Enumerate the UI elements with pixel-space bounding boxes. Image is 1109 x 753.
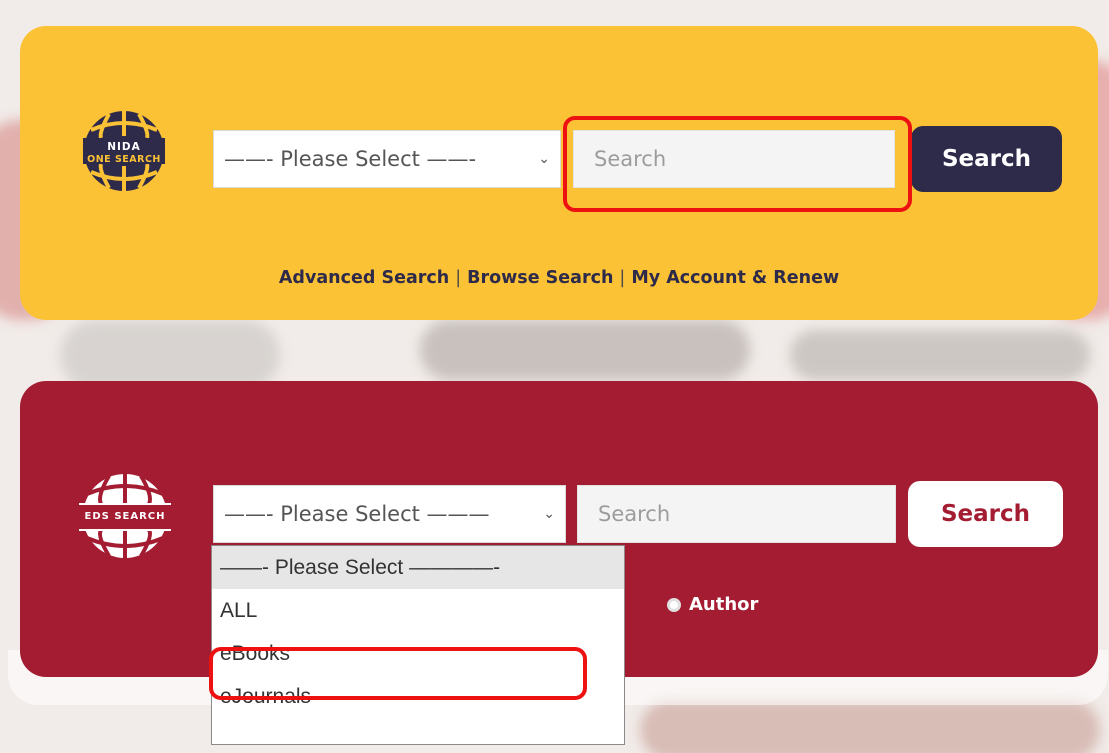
one-search-type-select[interactable]: ——- Please Select ——- ⌄: [213, 130, 561, 188]
chevron-down-icon: ⌄: [543, 506, 555, 522]
link-separator: |: [455, 268, 462, 288]
one-search-button[interactable]: Search: [911, 126, 1062, 192]
eds-search-input[interactable]: [577, 485, 896, 543]
eds-search-type-dropdown[interactable]: ——- Please Select ————- ALL eBooks eJour…: [211, 545, 625, 745]
one-search-input[interactable]: [573, 130, 895, 188]
browse-search-link[interactable]: Browse Search: [467, 268, 613, 288]
eds-search-logo[interactable]: EDS SEARCH: [79, 470, 171, 562]
one-search-links: Advanced Search | Browse Search | My Account…: [20, 268, 1098, 288]
eds-search-button[interactable]: Search: [908, 481, 1063, 547]
link-separator: |: [619, 268, 626, 288]
chevron-down-icon: ⌄: [538, 151, 550, 167]
logo-text-nida: NIDA: [107, 141, 141, 153]
dropdown-option-all[interactable]: ALL: [212, 589, 624, 632]
dropdown-option-ebooks[interactable]: eBooks: [212, 632, 624, 675]
radio-author-label: Author: [689, 594, 759, 615]
logo-text-eds-search: EDS SEARCH: [84, 511, 166, 522]
radio-author[interactable]: Author: [667, 594, 758, 615]
advanced-search-link[interactable]: Advanced Search: [279, 268, 449, 288]
eds-search-type-select[interactable]: ——- Please Select ——— ⌄: [213, 485, 566, 543]
nida-one-search-logo[interactable]: NIDA ONE SEARCH: [81, 108, 167, 194]
select-value: ——- Please Select ———: [224, 502, 490, 526]
my-account-renew-link[interactable]: My Account & Renew: [631, 268, 839, 288]
select-value: ——- Please Select ——-: [224, 147, 477, 171]
radio-button-icon: [667, 597, 681, 612]
dropdown-option-please-select[interactable]: ——- Please Select ————-: [212, 546, 624, 589]
dropdown-option-ejournals[interactable]: eJournals: [212, 675, 624, 718]
logo-text-one-search: ONE SEARCH: [87, 154, 161, 165]
